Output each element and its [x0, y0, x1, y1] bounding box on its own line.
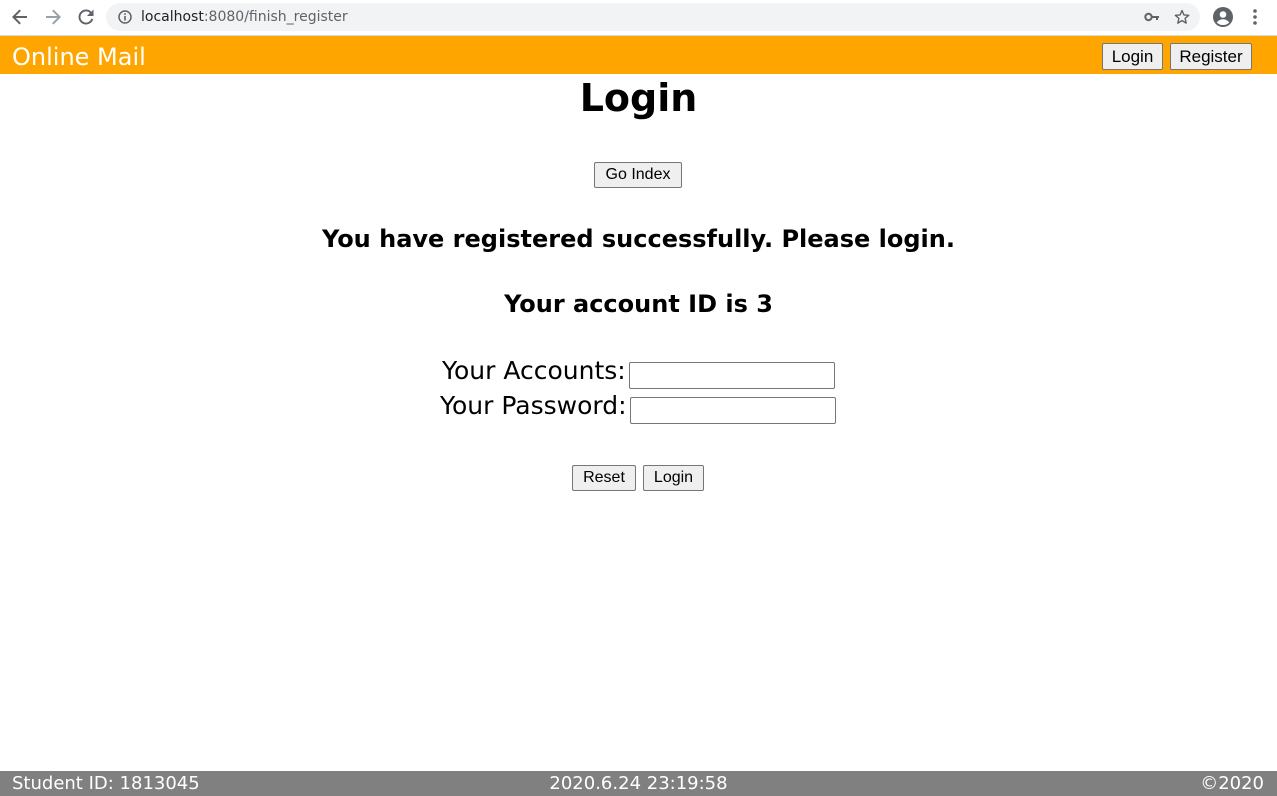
accounts-row: Your Accounts:	[0, 356, 1277, 390]
reload-icon[interactable]	[74, 5, 98, 29]
back-icon[interactable]	[8, 5, 32, 29]
star-icon[interactable]	[1174, 9, 1190, 30]
password-label: Your Password:	[440, 391, 627, 420]
timestamp: 2020.6.24 23:19:58	[549, 773, 728, 794]
accounts-input[interactable]	[629, 362, 835, 389]
accounts-label: Your Accounts:	[442, 356, 626, 385]
app-header: Online Mail Login Register	[0, 36, 1277, 74]
browser-toolbar: localhost:8080/finish_register	[0, 0, 1277, 36]
page-title: Login	[579, 76, 698, 120]
forward-icon[interactable]	[41, 5, 65, 29]
url-text: localhost:8080/finish_register	[141, 9, 348, 25]
success-message: You have registered successfully. Please…	[322, 225, 955, 253]
key-icon[interactable]	[1144, 10, 1160, 29]
password-input[interactable]	[630, 397, 836, 424]
header-login-button[interactable]: Login	[1102, 43, 1163, 70]
copyright: ©2020	[1200, 773, 1264, 794]
header-register-button[interactable]: Register	[1170, 43, 1252, 70]
menu-icon[interactable]	[1246, 6, 1264, 33]
account-id-message: Your account ID is 3	[504, 290, 773, 318]
address-bar[interactable]: localhost:8080/finish_register	[106, 3, 1200, 31]
info-icon[interactable]	[118, 10, 132, 29]
footer: Student ID: 1813045 2020.6.24 23:19:58 ©…	[0, 771, 1277, 796]
reset-button[interactable]: Reset	[572, 465, 636, 491]
login-button[interactable]: Login	[643, 465, 704, 491]
go-index-button[interactable]: Go Index	[594, 162, 682, 188]
profile-icon[interactable]	[1212, 6, 1234, 33]
brand-title: Online Mail	[12, 43, 146, 71]
password-row: Your Password:	[0, 391, 1277, 425]
